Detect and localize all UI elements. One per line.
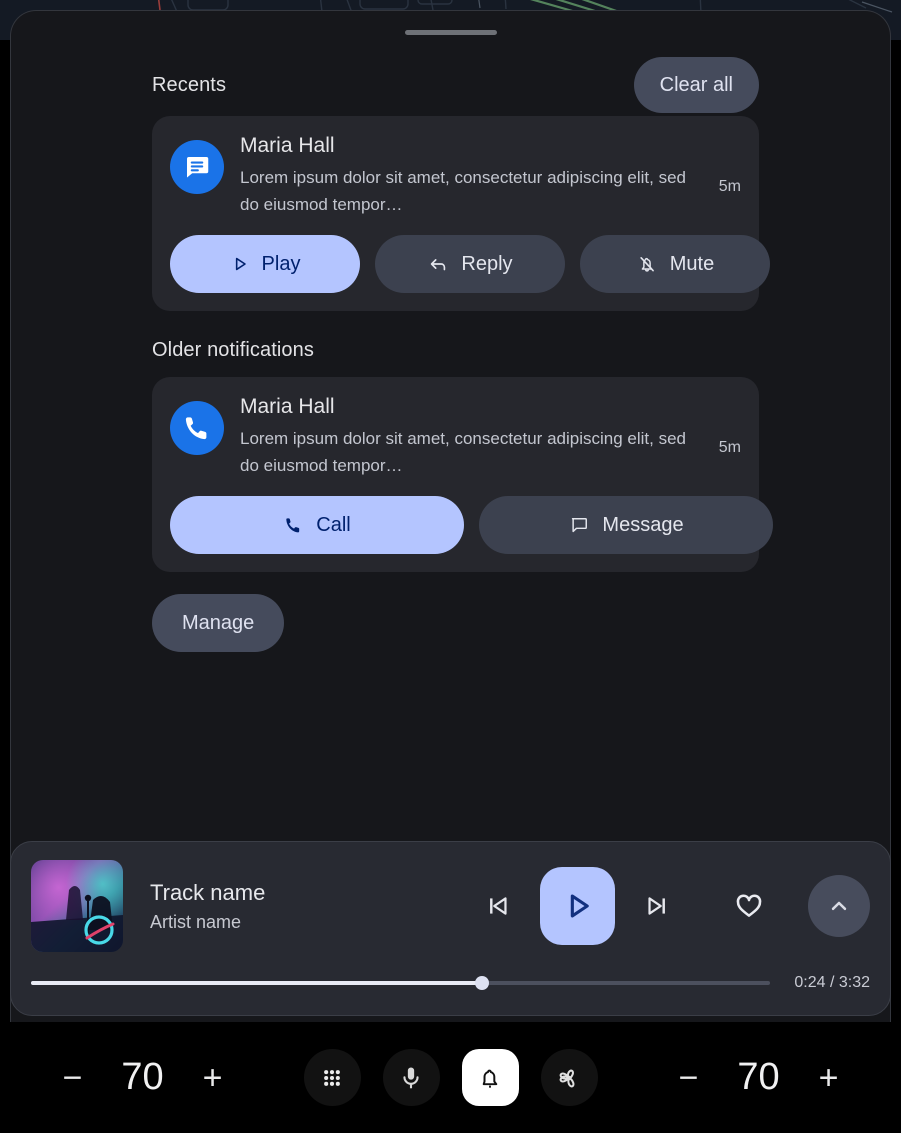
message-action-label: Message bbox=[602, 513, 684, 536]
play-pause-button[interactable] bbox=[540, 867, 615, 945]
left-volume-minus-button[interactable]: − bbox=[45, 1050, 101, 1106]
notification-content: Maria Hall Lorem ipsum dolor sit amet, c… bbox=[240, 393, 707, 479]
bottom-system-bar: − 70 + − 70 + bbox=[0, 1022, 901, 1133]
skip-next-button[interactable] bbox=[626, 875, 688, 937]
media-progress-slider[interactable] bbox=[31, 976, 771, 990]
media-player-row: Track name Artist name bbox=[31, 860, 870, 952]
quick-icon-group bbox=[285, 1049, 616, 1106]
play-action-label: Play bbox=[261, 252, 301, 275]
right-volume-minus-button[interactable]: − bbox=[661, 1050, 717, 1106]
notification-content: Maria Hall Lorem ipsum dolor sit amet, c… bbox=[240, 132, 707, 218]
manage-button[interactable]: Manage bbox=[152, 594, 285, 653]
chevron-up-icon bbox=[831, 901, 847, 911]
notification-header: Maria Hall Lorem ipsum dolor sit amet, c… bbox=[170, 393, 741, 479]
notification-body: Lorem ipsum dolor sit amet, consectetur … bbox=[240, 429, 686, 475]
phone-icon-glyph bbox=[185, 417, 207, 440]
skip-previous-icon bbox=[490, 897, 507, 915]
reply-action-label: Reply bbox=[461, 252, 513, 275]
left-volume-group: − 70 + bbox=[0, 1050, 285, 1106]
play-icon bbox=[570, 894, 589, 918]
car-notification-screen: Recents Clear all Maria Hall Lorem ipsum… bbox=[0, 0, 901, 1133]
notification-body: Lorem ipsum dolor sit amet, consectetur … bbox=[240, 168, 686, 214]
notification-card-message[interactable]: Maria Hall Lorem ipsum dolor sit amet, c… bbox=[152, 116, 770, 312]
climate-fan-button[interactable] bbox=[540, 1049, 598, 1106]
heart-outline-icon bbox=[736, 894, 762, 917]
right-volume-plus-button[interactable]: + bbox=[801, 1050, 857, 1106]
left-volume-value: 70 bbox=[121, 1056, 164, 1098]
skip-next-icon bbox=[648, 897, 665, 915]
right-volume-value: 70 bbox=[737, 1056, 780, 1098]
notification-title: Maria Hall bbox=[240, 134, 335, 157]
notification-title: Maria Hall bbox=[240, 395, 335, 419]
media-player-card: Track name Artist name 0:24 / 3:32 bbox=[10, 841, 891, 1016]
fan-climate-icon bbox=[559, 1069, 575, 1087]
notification-actions: Play Reply Mute bbox=[170, 235, 770, 294]
recents-header-row: Recents Clear all bbox=[152, 54, 759, 116]
microphone-button[interactable] bbox=[382, 1049, 440, 1106]
bell-off-icon bbox=[640, 257, 654, 272]
notification-card-call[interactable]: Maria Hall Lorem ipsum dolor sit amet, c… bbox=[152, 377, 773, 573]
apps-grid-icon bbox=[324, 1069, 340, 1086]
notification-list: Recents Clear all Maria Hall Lorem ipsum… bbox=[11, 54, 890, 653]
notification-timestamp: 5m bbox=[718, 178, 741, 196]
favorite-button[interactable] bbox=[712, 875, 786, 937]
media-metadata: Track name Artist name bbox=[150, 880, 467, 933]
media-progress-thumb[interactable] bbox=[475, 976, 490, 990]
media-controls bbox=[467, 867, 870, 945]
recents-title: Recents bbox=[152, 73, 227, 96]
microphone-icon bbox=[403, 1067, 419, 1088]
phone-icon bbox=[170, 401, 224, 456]
bell-icon bbox=[482, 1069, 498, 1088]
left-volume-plus-button[interactable]: + bbox=[185, 1050, 241, 1106]
call-action-button[interactable]: Call bbox=[170, 496, 464, 555]
skip-previous-button[interactable] bbox=[467, 875, 529, 937]
play-action-button[interactable]: Play bbox=[170, 235, 360, 294]
album-art[interactable] bbox=[31, 860, 123, 952]
notification-timestamp: 5m bbox=[718, 439, 741, 457]
chat-bubble-icon bbox=[572, 518, 588, 533]
media-progress-row: 0:24 / 3:32 bbox=[31, 974, 870, 992]
expand-media-button[interactable] bbox=[808, 875, 870, 937]
notification-header: Maria Hall Lorem ipsum dolor sit amet, c… bbox=[170, 132, 741, 218]
notification-actions: Call Message bbox=[170, 496, 773, 555]
mute-action-label: Mute bbox=[669, 252, 715, 275]
message-action-button[interactable]: Message bbox=[479, 496, 773, 555]
right-volume-group: − 70 + bbox=[616, 1050, 901, 1106]
message-icon-glyph bbox=[187, 157, 209, 178]
clear-all-button[interactable]: Clear all bbox=[633, 57, 759, 113]
mute-action-button[interactable]: Mute bbox=[580, 235, 770, 294]
notifications-bell-button[interactable] bbox=[461, 1049, 519, 1106]
play-icon bbox=[235, 257, 246, 271]
apps-grid-button[interactable] bbox=[303, 1049, 361, 1106]
track-name: Track name bbox=[150, 879, 266, 905]
artist-name: Artist name bbox=[150, 911, 242, 932]
reply-action-button[interactable]: Reply bbox=[375, 235, 565, 294]
media-time-label: 0:24 / 3:32 bbox=[794, 974, 870, 991]
media-progress-fill bbox=[31, 981, 483, 985]
call-action-label: Call bbox=[316, 513, 351, 536]
message-icon bbox=[170, 140, 224, 194]
album-art-image bbox=[31, 860, 123, 952]
panel-drag-handle[interactable] bbox=[404, 30, 497, 35]
older-notifications-title: Older notifications bbox=[152, 339, 314, 362]
reply-icon bbox=[431, 259, 446, 271]
phone-icon bbox=[286, 517, 300, 532]
